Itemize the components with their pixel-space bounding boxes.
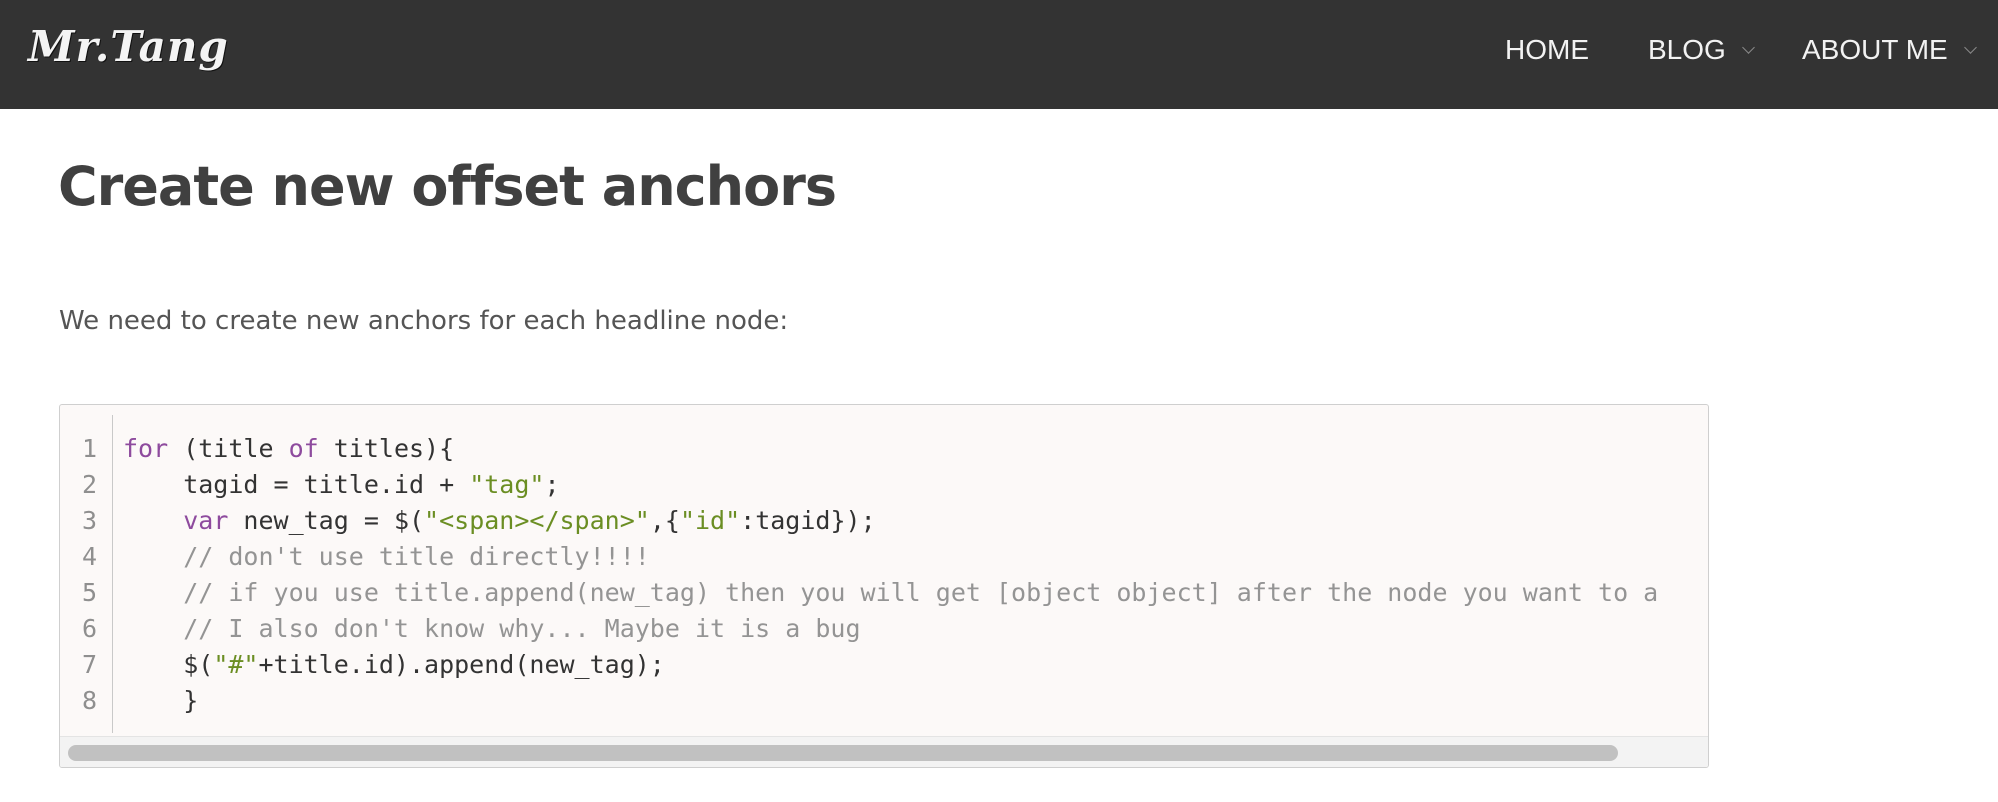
- horizontal-scrollbar[interactable]: [60, 736, 1708, 767]
- line-number: 5: [82, 578, 98, 607]
- code-comment: // I also don't know why... Maybe it is …: [123, 614, 861, 643]
- code-string: "#": [213, 650, 259, 679]
- line-number: 3: [82, 506, 98, 535]
- code-text: titles){: [318, 434, 455, 463]
- code-text: ;: [544, 470, 560, 499]
- code-keyword: for: [123, 434, 169, 463]
- code-block: 1 2 3 4 5 6 7 8 for (title of titles){ t…: [59, 404, 1709, 768]
- scrollbar-thumb[interactable]: [68, 745, 1618, 761]
- intro-paragraph: We need to create new anchors for each h…: [59, 306, 789, 336]
- top-navbar: Mr.Tang HOME BLOG ABOUT ME: [0, 0, 1998, 109]
- code-text: ,{: [649, 506, 680, 535]
- chevron-down-icon: [1741, 40, 1755, 54]
- line-number: 6: [82, 614, 98, 643]
- code-text: $(: [123, 650, 214, 679]
- line-number: 4: [82, 542, 98, 571]
- code-line: var new_tag = $("<span></span>",{"id":ta…: [123, 503, 876, 539]
- code-text: tagid = title.id +: [123, 470, 470, 499]
- code-string: "tag": [469, 470, 545, 499]
- code-string: "id": [679, 506, 741, 535]
- brand-logo[interactable]: Mr.Tang: [28, 22, 229, 71]
- code-keyword: var: [183, 506, 229, 535]
- code-text: (title: [168, 434, 289, 463]
- line-number: 7: [82, 650, 98, 679]
- code-string: "<span></span>": [424, 506, 650, 535]
- nav-blog-label: BLOG: [1648, 34, 1726, 65]
- code-comment: // don't use title directly!!!!: [123, 542, 650, 571]
- code-text: +title.id).append(new_tag);: [258, 650, 665, 679]
- line-number: 2: [82, 470, 98, 499]
- page-title: Create new offset anchors: [58, 155, 837, 218]
- code-text: :tagid});: [740, 506, 876, 535]
- nav-about-dropdown[interactable]: ABOUT ME: [1802, 30, 1977, 70]
- code-line: }: [123, 683, 198, 719]
- nav-home-link[interactable]: HOME: [1505, 30, 1589, 70]
- code-comment: // if you use title.append(new_tag) then…: [123, 578, 1659, 607]
- line-number: 1: [82, 434, 98, 463]
- code-line: $("#"+title.id).append(new_tag);: [123, 647, 665, 683]
- code-text: new_tag = $(: [228, 506, 425, 535]
- nav-home-label: HOME: [1505, 34, 1589, 65]
- code-text: }: [123, 686, 199, 715]
- chevron-down-icon: [1963, 40, 1977, 54]
- code-keyword: of: [288, 434, 319, 463]
- line-number-gutter: 1 2 3 4 5 6 7 8: [60, 415, 113, 733]
- code-line: tagid = title.id + "tag";: [123, 467, 560, 503]
- line-number: 8: [82, 686, 98, 715]
- code-line: for (title of titles){: [123, 431, 454, 467]
- nav-about-label: ABOUT ME: [1802, 34, 1948, 65]
- nav-blog-dropdown[interactable]: BLOG: [1648, 30, 1755, 70]
